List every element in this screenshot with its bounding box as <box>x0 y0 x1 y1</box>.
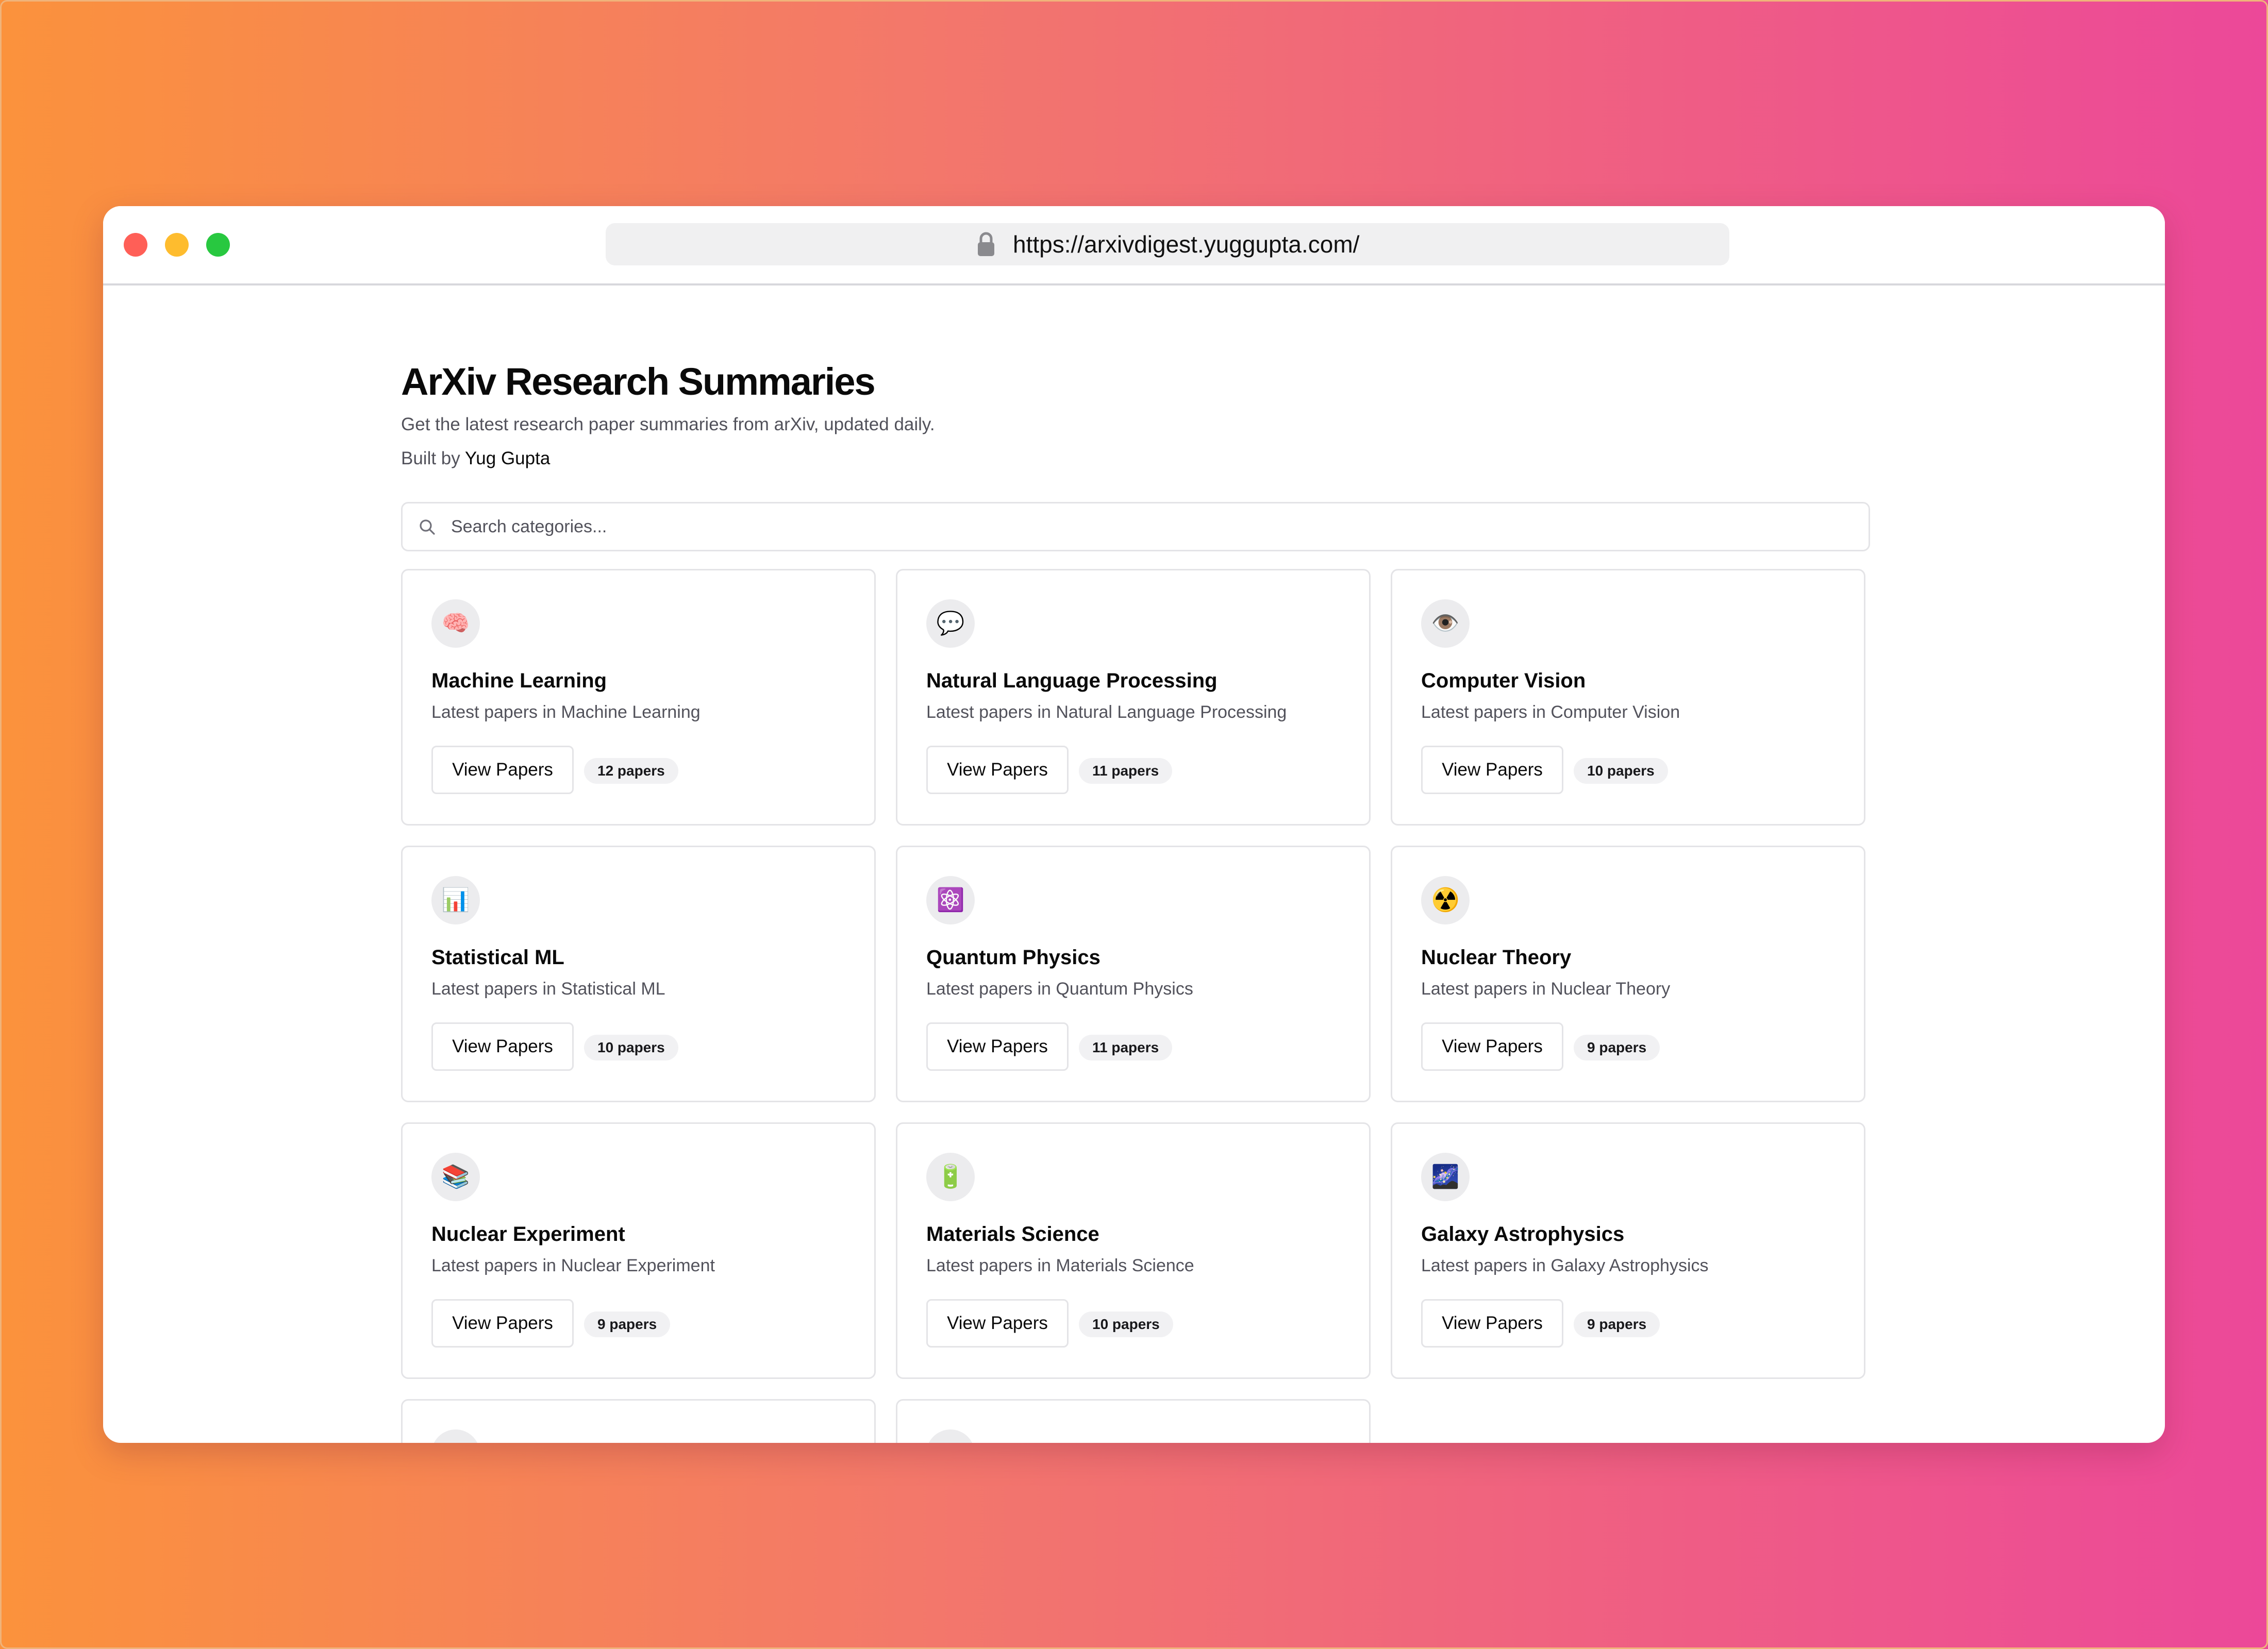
category-title: Natural Language Processing <box>926 669 1218 692</box>
category-card: 📊 Statistical ML Latest papers in Statis… <box>401 846 876 1102</box>
bar-chart-icon: 📊 <box>431 876 480 924</box>
category-description: Latest papers in Natural Language Proces… <box>926 702 1287 722</box>
minimize-window-button[interactable] <box>165 233 189 257</box>
category-icon-placeholder <box>926 1429 975 1443</box>
paper-count-badge: 11 papers <box>1079 758 1173 784</box>
paper-count-badge: 9 papers <box>1574 1311 1660 1337</box>
address-bar[interactable]: https://arxivdigest.yuggupta.com/ <box>606 223 1729 265</box>
category-card: ⚛️ Quantum Physics Latest papers in Quan… <box>896 846 1371 1102</box>
category-card: 🧠 Machine Learning Latest papers in Mach… <box>401 569 876 826</box>
category-card-partial <box>896 1399 1371 1443</box>
category-description: Latest papers in Galaxy Astrophysics <box>1421 1256 1709 1275</box>
view-papers-button[interactable]: View Papers <box>431 746 574 794</box>
browser-toolbar: https://arxivdigest.yuggupta.com/ <box>103 206 2165 285</box>
category-description: Latest papers in Materials Science <box>926 1256 1194 1275</box>
category-grid: 🧠 Machine Learning Latest papers in Mach… <box>401 569 1870 1443</box>
url-text: https://arxivdigest.yuggupta.com/ <box>1013 231 1360 258</box>
paper-count-badge: 9 papers <box>584 1311 671 1337</box>
category-title: Statistical ML <box>431 946 564 969</box>
category-description: Latest papers in Quantum Physics <box>926 979 1193 999</box>
paper-count-badge: 10 papers <box>1574 758 1668 784</box>
category-description: Latest papers in Statistical ML <box>431 979 665 999</box>
category-title: Galaxy Astrophysics <box>1421 1223 1625 1246</box>
author-link[interactable]: Yug Gupta <box>465 448 550 468</box>
view-papers-button[interactable]: View Papers <box>1421 746 1563 794</box>
category-title: Nuclear Theory <box>1421 946 1572 969</box>
category-card: 🌌 Galaxy Astrophysics Latest papers in G… <box>1391 1122 1865 1379</box>
paper-count-badge: 10 papers <box>1079 1311 1173 1337</box>
category-card: 🔋 Materials Science Latest papers in Mat… <box>896 1122 1371 1379</box>
view-papers-button[interactable]: View Papers <box>1421 1022 1563 1071</box>
category-card: 📚 Nuclear Experiment Latest papers in Nu… <box>401 1122 876 1379</box>
brain-icon: 🧠 <box>431 599 480 648</box>
built-by-line: Built by Yug Gupta <box>401 448 550 469</box>
category-description: Latest papers in Computer Vision <box>1421 702 1680 722</box>
paper-count-badge: 12 papers <box>584 758 678 784</box>
close-window-button[interactable] <box>124 233 147 257</box>
speech-bubble-icon: 💬 <box>926 599 975 648</box>
books-icon: 📚 <box>431 1153 480 1201</box>
maximize-window-button[interactable] <box>206 233 230 257</box>
view-papers-button[interactable]: View Papers <box>926 1022 1069 1071</box>
category-card: 👁️ Computer Vision Latest papers in Comp… <box>1391 569 1865 826</box>
radioactive-icon: ☢️ <box>1421 876 1470 924</box>
lock-icon <box>978 232 994 256</box>
search-box <box>401 502 1870 551</box>
category-card: ☢️ Nuclear Theory Latest papers in Nucle… <box>1391 846 1865 1102</box>
view-papers-button[interactable]: View Papers <box>431 1299 574 1348</box>
category-card-partial <box>401 1399 876 1443</box>
search-icon <box>420 519 435 535</box>
view-papers-button[interactable]: View Papers <box>926 746 1069 794</box>
category-card: 💬 Natural Language Processing Latest pap… <box>896 569 1371 826</box>
galaxy-icon: 🌌 <box>1421 1153 1470 1201</box>
view-papers-button[interactable]: View Papers <box>431 1022 574 1071</box>
paper-count-badge: 11 papers <box>1079 1035 1173 1061</box>
category-title: Computer Vision <box>1421 669 1586 692</box>
paper-count-badge: 9 papers <box>1574 1035 1660 1061</box>
battery-icon: 🔋 <box>926 1153 975 1201</box>
category-title: Machine Learning <box>431 669 607 692</box>
browser-window: https://arxivdigest.yuggupta.com/ ArXiv … <box>103 206 2165 1443</box>
category-title: Materials Science <box>926 1223 1099 1246</box>
category-title: Quantum Physics <box>926 946 1100 969</box>
category-description: Latest papers in Nuclear Theory <box>1421 979 1671 999</box>
category-title: Nuclear Experiment <box>431 1223 625 1246</box>
eye-icon: 👁️ <box>1421 599 1470 648</box>
category-icon-placeholder <box>431 1429 480 1443</box>
view-papers-button[interactable]: View Papers <box>1421 1299 1563 1348</box>
category-description: Latest papers in Machine Learning <box>431 702 701 722</box>
category-description: Latest papers in Nuclear Experiment <box>431 1256 715 1275</box>
built-by-label: Built by <box>401 448 460 468</box>
view-papers-button[interactable]: View Papers <box>926 1299 1069 1348</box>
search-input[interactable] <box>450 512 1844 542</box>
paper-count-badge: 10 papers <box>584 1035 678 1061</box>
atom-icon: ⚛️ <box>926 876 975 924</box>
page-subtitle: Get the latest research paper summaries … <box>401 414 935 434</box>
page-title: ArXiv Research Summaries <box>401 360 876 403</box>
